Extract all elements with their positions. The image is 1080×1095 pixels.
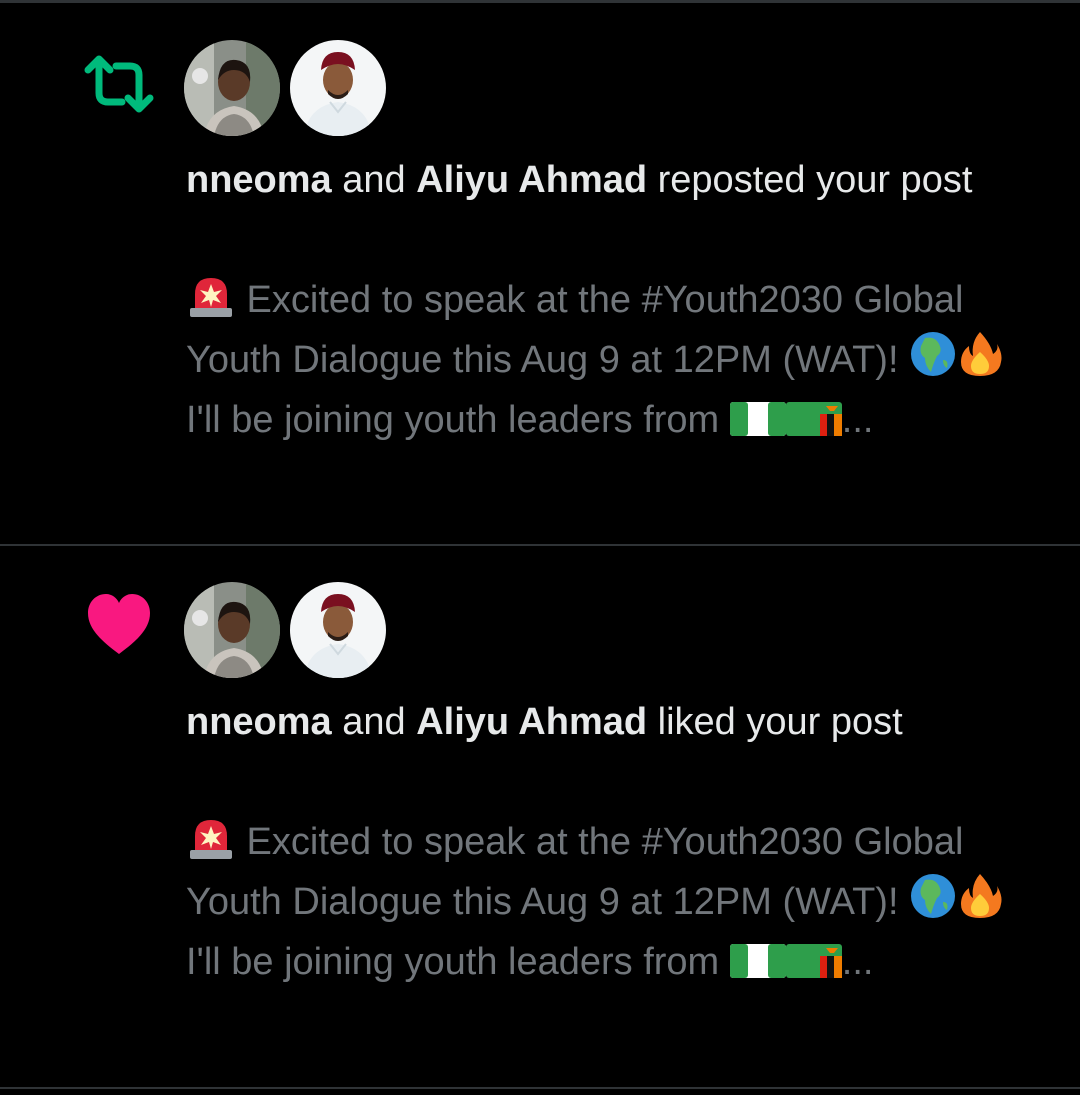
heart-icon bbox=[88, 594, 150, 654]
preview-text: I'll be joining youth leaders from bbox=[186, 941, 730, 983]
flag-zambia-icon bbox=[785, 944, 842, 978]
avatar-aliyu-ahmad[interactable] bbox=[290, 40, 386, 136]
avatar-nneoma[interactable] bbox=[184, 582, 280, 678]
fire-icon bbox=[961, 874, 1002, 918]
repost-icon bbox=[84, 55, 154, 113]
notification-headline: nneoma and Aliyu Ahmad reposted your pos… bbox=[186, 150, 1056, 210]
joiner-text: and bbox=[331, 159, 417, 201]
flag-nigeria-icon bbox=[729, 944, 786, 978]
globe-africa-icon bbox=[911, 874, 956, 918]
notification-divider bbox=[0, 1087, 1080, 1089]
rotating-light-icon bbox=[190, 278, 232, 317]
preview-text: Excited to speak at the #Youth2030 Globa… bbox=[186, 821, 974, 923]
post-preview[interactable]: Excited to speak at the #Youth2030 Globa… bbox=[186, 812, 1056, 992]
user-name[interactable]: Aliyu Ahmad bbox=[416, 701, 647, 743]
user-name[interactable]: nneoma bbox=[186, 701, 332, 743]
action-text: liked your post bbox=[647, 701, 903, 743]
fire-icon bbox=[961, 332, 1002, 376]
globe-africa-icon bbox=[911, 332, 956, 376]
preview-text: I'll be joining youth leaders from bbox=[186, 399, 730, 441]
ellipsis: ... bbox=[841, 399, 874, 441]
post-preview[interactable]: Excited to speak at the #Youth2030 Globa… bbox=[186, 270, 1056, 450]
flag-zambia-icon bbox=[785, 402, 842, 436]
avatar-aliyu-ahmad[interactable] bbox=[290, 582, 386, 678]
notification-repost[interactable]: nneoma and Aliyu Ahmad reposted your pos… bbox=[0, 0, 1080, 545]
ellipsis: ... bbox=[841, 941, 874, 983]
notification-headline: nneoma and Aliyu Ahmad liked your post bbox=[186, 692, 1056, 752]
preview-text: Excited to speak at the #Youth2030 Globa… bbox=[186, 279, 974, 381]
action-text: reposted your post bbox=[647, 159, 973, 201]
user-name[interactable]: Aliyu Ahmad bbox=[416, 159, 647, 201]
notification-like[interactable]: nneoma and Aliyu Ahmad liked your post E… bbox=[0, 546, 1080, 1087]
joiner-text: and bbox=[331, 701, 417, 743]
flag-nigeria-icon bbox=[729, 402, 786, 436]
avatar-nneoma[interactable] bbox=[184, 40, 280, 136]
rotating-light-icon bbox=[190, 820, 232, 859]
user-name[interactable]: nneoma bbox=[186, 159, 332, 201]
